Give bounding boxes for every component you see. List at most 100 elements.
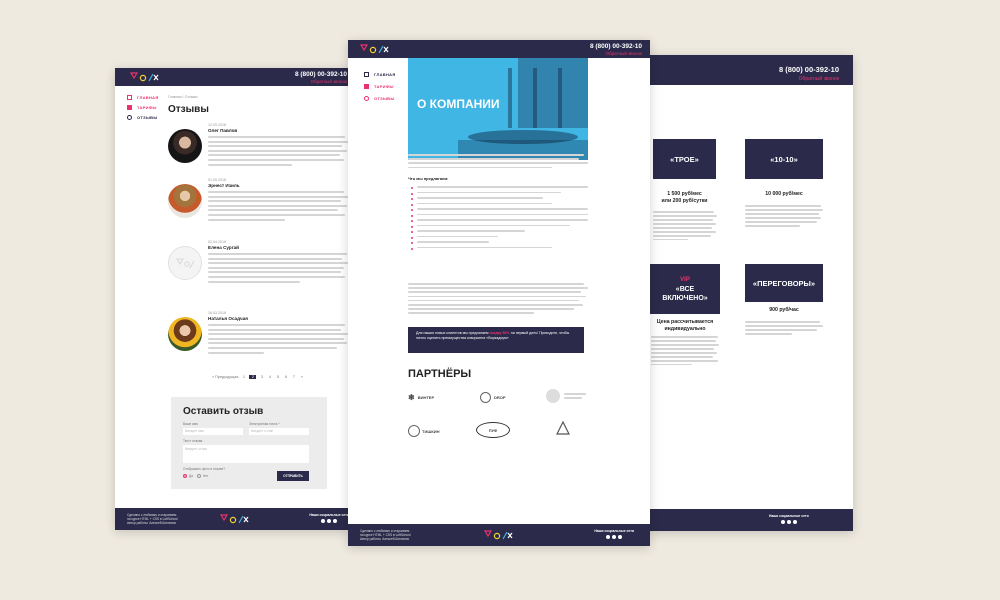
pagination-prev[interactable]: « Предыдущая: [212, 375, 238, 379]
intro-text: [408, 154, 588, 171]
pagination-page[interactable]: 3: [259, 375, 264, 379]
tariff-card-10-10[interactable]: «10-10»: [745, 139, 823, 179]
nav-label: ОТЗЫВЫ: [137, 114, 158, 120]
email-input[interactable]: Введите e-mail: [249, 428, 309, 435]
social-links: Наши социальные сети: [769, 514, 809, 524]
submit-button[interactable]: ОТПРАВИТЬ: [277, 471, 309, 481]
nav-label: ТАРИФЫ: [374, 83, 394, 89]
social-links: Наши социальные сети: [309, 513, 349, 523]
tariff-description: [651, 336, 719, 368]
logo-icon: [176, 258, 195, 269]
logo-icon[interactable]: [220, 514, 250, 524]
snowflake-icon: ❄: [408, 393, 415, 402]
social-icon[interactable]: [321, 519, 326, 523]
nav-label: ГЛАВНАЯ: [374, 71, 396, 77]
social-icon[interactable]: [327, 519, 332, 523]
hero-banner: О КОМПАНИИ: [408, 58, 588, 160]
nav-item-reviews[interactable]: ОТЗЫВЫ: [127, 112, 167, 122]
radio-label: Отображать фото в отзыве?: [183, 467, 225, 471]
list-item: [408, 186, 588, 189]
review-item: 01.05.2018 Эрнест Изиль: [168, 178, 348, 230]
nav-item-tariffs[interactable]: ТАРИФЫ: [364, 80, 404, 92]
review-date: 12.05.2018: [208, 123, 226, 127]
radio-yes[interactable]: Да: [183, 474, 193, 478]
pagination-page[interactable]: 1: [241, 375, 246, 379]
nav-label: ГЛАВНАЯ: [137, 94, 159, 100]
pagination-page[interactable]: 5: [275, 375, 280, 379]
list-item: [408, 213, 588, 217]
tariff-icon: [364, 83, 369, 89]
partners-title: ПАРТНЁРЫ: [408, 368, 472, 380]
review-text: [208, 253, 348, 285]
pagination-page-current[interactable]: 2: [249, 375, 257, 379]
list-item: [408, 241, 588, 244]
phone-number[interactable]: 8 (800) 00-392-10: [779, 65, 839, 74]
social-icon[interactable]: [792, 520, 797, 524]
radio-no[interactable]: Нет: [197, 474, 208, 478]
logo-icon[interactable]: [130, 72, 160, 82]
footer-credits: Сделано с любовью и старанием на курсе HT…: [127, 513, 178, 526]
social-icon[interactable]: [618, 535, 623, 539]
social-icon[interactable]: [780, 520, 785, 524]
site-footer: Сделано с любовью и старанием на курсе HT…: [115, 508, 351, 530]
home-icon: [127, 94, 132, 100]
review-item: 12.05.2018 Олег Павлов: [168, 123, 348, 175]
pagination-page[interactable]: 4: [267, 375, 272, 379]
partner-logo-drop[interactable]: DROP: [480, 392, 506, 403]
nav-item-home[interactable]: ГЛАВНАЯ: [364, 68, 404, 80]
name-input[interactable]: Введите имя: [183, 428, 243, 435]
nav-item-reviews[interactable]: ОТЗЫВЫ: [364, 92, 404, 104]
phone-number[interactable]: 8 (800) 00-392-10: [590, 43, 642, 50]
partner-logo-triangle[interactable]: [556, 420, 570, 440]
partner-logo-winter[interactable]: ❄ ВИНТЕР: [408, 393, 434, 402]
body-text: [408, 283, 588, 317]
nav-item-home[interactable]: ГЛАВНАЯ: [127, 92, 167, 102]
list-item: [408, 246, 588, 250]
review-date: 02.04.2018: [208, 240, 226, 244]
tariff-card-troe[interactable]: «ТРОЕ»: [653, 139, 716, 179]
breadcrumb[interactable]: Главная / Отзывы: [168, 95, 198, 99]
social-icon[interactable]: [333, 519, 338, 523]
site-header: 8 (800) 00-392-10 Обратный звонок: [115, 68, 351, 86]
partner-logo-avatar[interactable]: [546, 389, 560, 403]
list-item: [408, 202, 588, 206]
page-title: Отзывы: [168, 104, 209, 115]
logo-icon[interactable]: [484, 530, 514, 540]
list-item: [408, 208, 588, 211]
side-nav: ГЛАВНАЯ ТАРИФЫ ОТЗЫВЫ: [364, 68, 404, 104]
nav-item-tariffs[interactable]: ТАРИФЫ: [127, 102, 167, 112]
review-textarea[interactable]: Введите отзыв: [183, 445, 309, 463]
partner-logo-tishkin[interactable]: ТИШКИН: [408, 425, 440, 437]
offer-title: Что мы предлагаем:: [408, 176, 449, 181]
list-item: [408, 230, 588, 233]
tariff-description: [745, 321, 823, 337]
tariff-card-peregovory[interactable]: «ПЕРЕГОВОРЫ»: [745, 264, 823, 302]
nav-label: ТАРИФЫ: [137, 104, 157, 110]
reviews-icon: [364, 95, 369, 101]
phone-number[interactable]: 8 (800) 00-392-10: [295, 71, 347, 78]
pagination-page[interactable]: 7: [291, 375, 296, 379]
review-item: 02.04.2018 Елена Сургай: [168, 240, 348, 292]
tariff-price: 1 500 руб/мес или 200 руб/сутки: [661, 191, 708, 204]
promo-banner: Для наших новых клиентов мы предлагаем с…: [408, 327, 584, 353]
promo-highlight: скидку 50%: [489, 331, 510, 335]
circle-icon: [408, 425, 420, 437]
pagination-next[interactable]: »: [299, 375, 304, 379]
form-title: Оставить отзыв: [183, 406, 264, 417]
social-icon[interactable]: [606, 535, 611, 539]
nav-label: ОТЗЫВЫ: [374, 95, 395, 101]
callback-link[interactable]: Обратный звонок: [311, 79, 347, 84]
list-item: [408, 224, 588, 228]
social-icon[interactable]: [612, 535, 617, 539]
tariff-card-vip[interactable]: VIP «ВСЕ ВКЛЮЧЕНО»: [650, 264, 720, 314]
callback-link[interactable]: Обратный звонок: [799, 76, 839, 82]
partner-logo-puf[interactable]: ПУФ: [476, 422, 510, 438]
callback-link[interactable]: Обратный звонок: [606, 51, 642, 56]
email-label: Электронная почта *: [249, 422, 280, 426]
pagination-page[interactable]: 6: [283, 375, 288, 379]
tariff-description: [653, 211, 717, 243]
social-icon[interactable]: [786, 520, 791, 524]
list-item: [408, 235, 588, 239]
logo-icon[interactable]: [360, 44, 390, 54]
review-item: 16.03.2018 Наталья Осадчая: [168, 311, 348, 363]
